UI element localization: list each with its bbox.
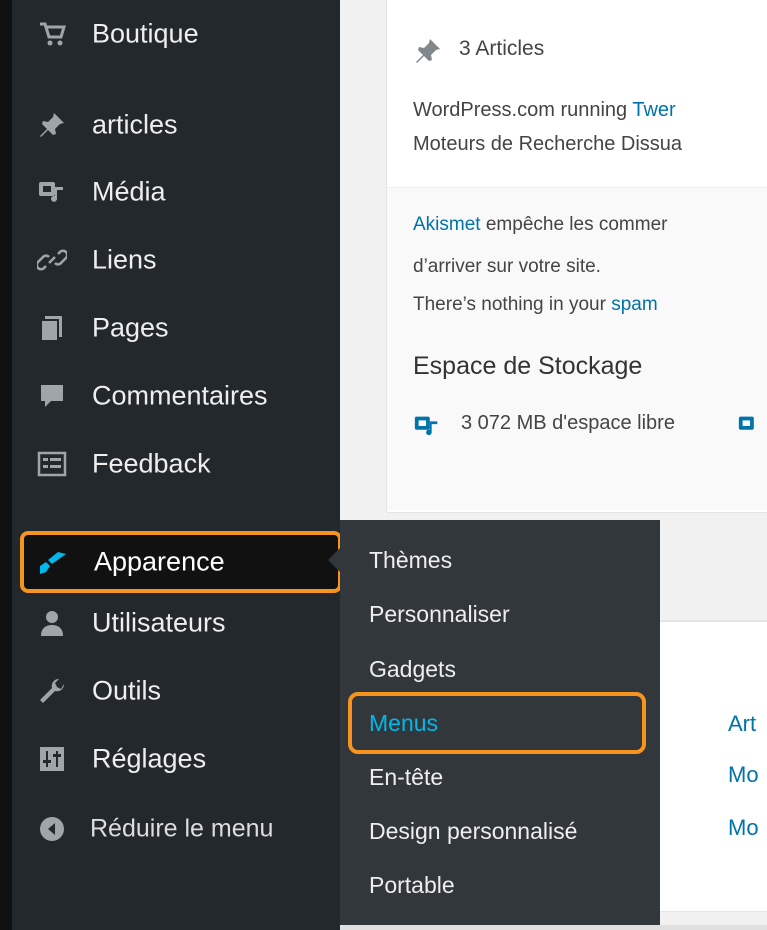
storage-title: Espace de Stockage [413,352,643,380]
brush-icon [36,546,68,578]
sidebar-item-label: Outils [92,675,162,706]
comment-icon [37,381,67,411]
active-menu-arrow [328,548,340,572]
admin-sidebar: Boutique articles Média Liens Pages Comm… [12,0,340,930]
sidebar-item-label: Boutique [92,18,199,49]
submenu-item-portable[interactable]: Portable [369,872,455,899]
at-a-glance-card: 3 Articles WordPress.com running Twer Mo… [386,0,767,513]
sidebar-item-commentaires[interactable]: Commentaires [12,368,340,424]
spam-text: There’s nothing in your spam [413,294,658,315]
activity-link-2[interactable]: Mo [728,762,759,788]
akismet-text: Akismet empêche les commer [413,214,668,235]
submenu-item-en-tete[interactable]: En-tête [369,764,443,791]
theme-link[interactable]: Twer [632,99,675,121]
storage-free-link[interactable]: 3 072 MB d'espace libre [461,412,675,435]
user-icon [37,608,67,638]
sidebar-item-label: Commentaires [92,380,268,411]
sidebar-item-reglages[interactable]: Réglages [12,731,340,787]
menus-highlight-box [348,692,646,754]
articles-count-link[interactable]: 3 Articles [459,37,544,61]
sidebar-item-pages[interactable]: Pages [12,300,340,356]
sidebar-item-label: Liens [92,244,157,275]
sidebar-item-articles[interactable]: articles [12,97,340,153]
window-edge [0,0,12,930]
feedback-icon [37,449,67,479]
sidebar-item-apparence[interactable]: Apparence [20,531,342,593]
collapse-icon [37,814,67,844]
sidebar-item-label: Apparence [94,546,225,577]
sidebar-item-label: Réduire le menu [90,814,274,843]
submenu-item-personnaliser[interactable]: Personnaliser [369,601,510,628]
sidebar-item-outils[interactable]: Outils [12,663,340,719]
sidebar-item-label: Réglages [92,743,207,774]
sidebar-item-media[interactable]: Média [12,164,340,220]
akismet-text-2: d’arriver sur votre site. [413,256,601,277]
cart-icon [37,19,67,49]
pin-icon [413,36,443,71]
sidebar-item-utilisateurs[interactable]: Utilisateurs [12,595,340,651]
sidebar-item-label: Pages [92,312,169,343]
spam-link[interactable]: spam [611,294,657,315]
sidebar-item-label: Feedback [92,448,211,479]
search-engines-link[interactable]: Moteurs de Recherche Dissua [413,133,682,156]
collapse-menu-button[interactable]: Réduire le menu [12,801,340,857]
settings-icon [37,744,67,774]
running-theme-text: WordPress.com running Twer [413,99,676,121]
submenu-item-design-personnalise[interactable]: Design personnalisé [369,818,577,845]
media-icon [413,412,441,445]
media-icon [37,177,67,207]
sidebar-item-boutique[interactable]: Boutique [12,6,340,62]
activity-link-3[interactable]: Mo [728,815,759,841]
link-icon [37,245,67,275]
sidebar-item-liens[interactable]: Liens [12,232,340,288]
media-icon [737,412,765,445]
submenu-item-gadgets[interactable]: Gadgets [369,656,456,683]
submenu-item-themes[interactable]: Thèmes [369,547,452,574]
pages-icon [37,313,67,343]
wrench-icon [37,676,67,706]
sidebar-item-feedback[interactable]: Feedback [12,436,340,492]
sidebar-item-label: articles [92,109,178,140]
sidebar-item-label: Média [92,176,166,207]
akismet-link[interactable]: Akismet [413,214,481,235]
pin-icon [37,110,67,140]
sidebar-item-label: Utilisateurs [92,607,226,638]
activity-link-1[interactable]: Art [728,711,756,737]
